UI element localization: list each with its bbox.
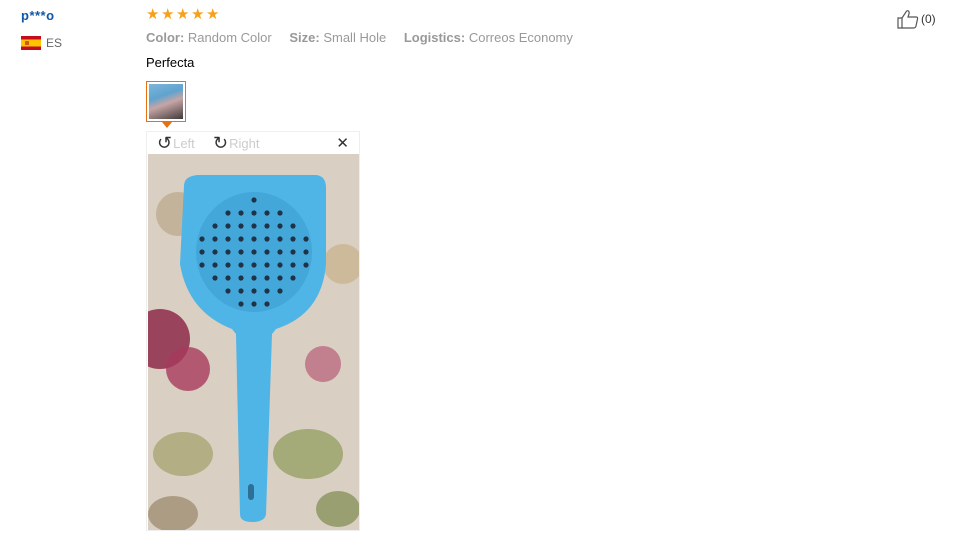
- like-count: (0): [921, 12, 936, 26]
- reviewer-info: p***o ES: [21, 8, 131, 50]
- review-body: ★ ★ ★ ★ ★ Color: Random Color Size: Smal…: [146, 6, 886, 70]
- star-icon: ★: [191, 6, 205, 23]
- rotate-left-label: Left: [173, 135, 195, 151]
- rotate-right-button[interactable]: ↻ Right: [213, 134, 259, 152]
- star-rating: ★ ★ ★ ★ ★: [146, 6, 886, 24]
- close-icon[interactable]: ✕: [336, 136, 349, 151]
- rotate-left-button[interactable]: ↺ Left: [157, 134, 195, 152]
- reviewer-name[interactable]: p***o: [21, 8, 131, 23]
- thumbs-up-icon: [897, 10, 919, 29]
- attribute-size: Size: Small Hole: [289, 30, 387, 45]
- thumbnail-pointer: [162, 122, 172, 128]
- star-icon: ★: [176, 6, 190, 23]
- star-icon: ★: [161, 6, 175, 23]
- spain-flag-icon: [21, 36, 41, 50]
- viewer-toolbar: ↺ Left ↻ Right ✕: [147, 132, 359, 154]
- country-code: ES: [46, 36, 63, 50]
- like-button[interactable]: (0): [897, 9, 936, 29]
- order-attributes: Color: Random Color Size: Small Hole Log…: [146, 30, 587, 45]
- thumbnail-image: [149, 84, 183, 119]
- review-photo-thumbnail[interactable]: [146, 81, 186, 122]
- rotate-left-icon: ↺: [157, 133, 173, 153]
- reviewer-country: ES: [21, 36, 62, 50]
- attribute-logistics: Logistics: Correos Economy: [403, 30, 573, 45]
- star-icon: ★: [146, 6, 160, 23]
- review-text: Perfecta: [146, 55, 195, 70]
- review-photo: [148, 154, 359, 530]
- attribute-color: Color: Random Color: [146, 30, 272, 45]
- rotate-right-label: Right: [229, 135, 260, 151]
- photo-viewer: ↺ Left ↻ Right ✕: [146, 131, 360, 531]
- star-icon: ★: [206, 6, 220, 23]
- rotate-right-icon: ↻: [213, 133, 229, 153]
